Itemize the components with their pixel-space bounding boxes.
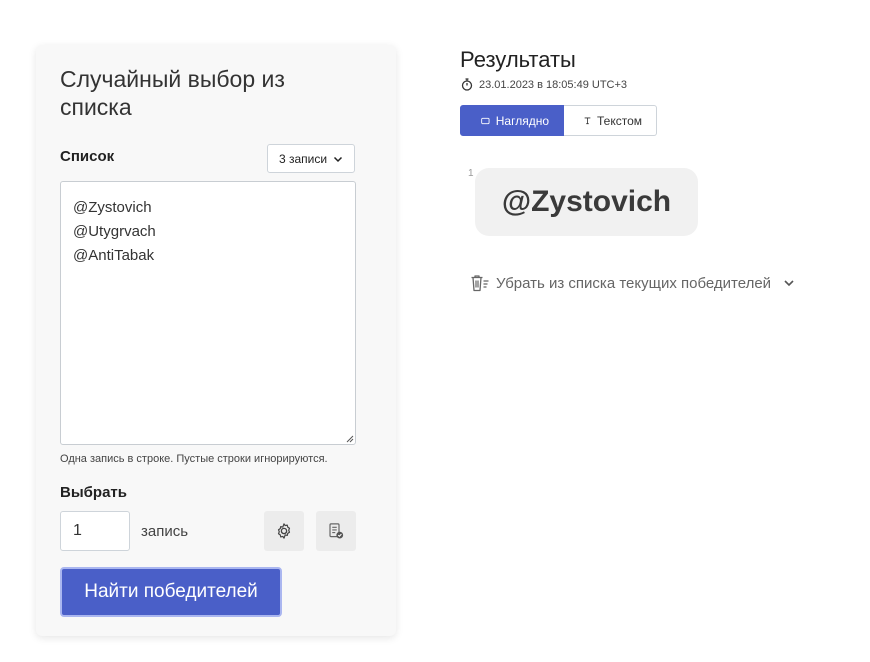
- stopwatch-icon: [461, 78, 473, 91]
- settings-button[interactable]: [264, 511, 304, 551]
- text-t-icon: [584, 117, 591, 125]
- entries-count-dropdown[interactable]: 3 записи: [267, 144, 355, 173]
- winner-index: 1: [468, 168, 474, 179]
- remove-winners-label: Убрать из списка текущих победителей: [496, 274, 772, 292]
- quantity-unit-label: запись: [141, 523, 189, 540]
- tab-visual[interactable]: Наглядно: [460, 105, 564, 136]
- find-winners-button[interactable]: Найти победителей: [60, 567, 282, 617]
- gear-icon: [277, 523, 291, 539]
- entries-hint: Одна запись в строке. Пустые строки игно…: [60, 453, 328, 465]
- tab-text[interactable]: Текстом: [564, 105, 657, 136]
- entries-textarea[interactable]: @Zystovich @Utygrvach @AntiTabak: [60, 181, 356, 445]
- entry-line: @AntiTabak: [73, 247, 155, 264]
- card-title: Случайный выбор из списка: [60, 66, 285, 120]
- list-check-button[interactable]: [316, 511, 356, 551]
- tab-text-label: Текстом: [597, 113, 642, 128]
- chevron-down-icon: [334, 156, 343, 162]
- resize-grip-icon[interactable]: [345, 434, 354, 443]
- trash-list-icon: [471, 275, 489, 292]
- timestamp-text: 23.01.2023 в 18:05:49 UTC+3: [479, 78, 628, 91]
- picker-card: Случайный выбор из списка Список 3 запис…: [36, 45, 396, 636]
- view-tabs: Наглядно Текстом: [460, 105, 657, 136]
- results-title: Результаты: [460, 47, 576, 72]
- list-label: Список: [60, 148, 115, 165]
- rectangle-icon: [481, 117, 490, 124]
- entry-line: @Zystovich: [73, 199, 152, 216]
- quantity-input[interactable]: 1: [60, 511, 130, 551]
- tab-visual-label: Наглядно: [495, 113, 549, 128]
- document-check-icon: [329, 523, 344, 539]
- results-timestamp: 23.01.2023 в 18:05:49 UTC+3: [461, 78, 627, 91]
- entries-count-value: 3 записи: [278, 151, 328, 166]
- winner-chip: @Zystovich: [475, 168, 698, 236]
- pick-label: Выбрать: [60, 484, 127, 501]
- remove-winners-dropdown[interactable]: Убрать из списка текущих победителей: [470, 274, 795, 292]
- chevron-down-icon: [784, 280, 794, 287]
- winner-name: @Zystovich: [501, 185, 672, 218]
- entry-line: @Utygrvach: [73, 223, 156, 240]
